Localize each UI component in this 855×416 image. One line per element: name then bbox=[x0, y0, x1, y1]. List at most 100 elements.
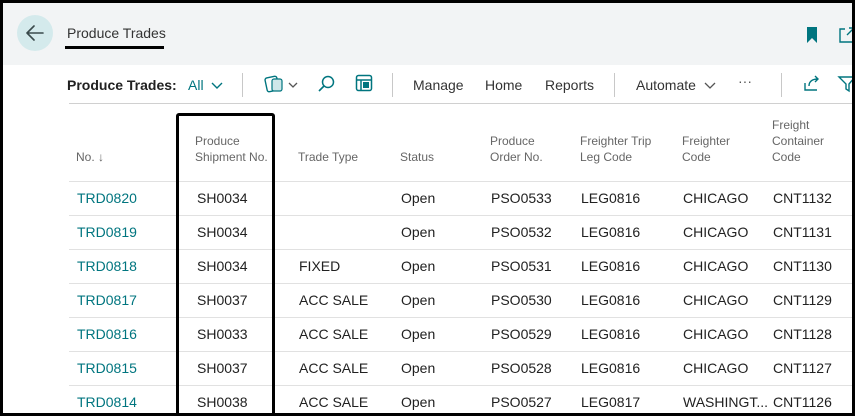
more-options-button[interactable]: ··· bbox=[738, 73, 752, 89]
sort-descending-icon: ↓ bbox=[98, 150, 105, 164]
table-row[interactable]: TRD0819 SH0034 Open PSO0532 LEG0816 CHIC… bbox=[69, 215, 852, 249]
page-caption: Produce Trades: bbox=[67, 77, 177, 93]
container-code-cell: CNT1126 bbox=[773, 394, 832, 410]
column-label-line: Shipment No. bbox=[195, 150, 268, 164]
column-label-line: Code bbox=[772, 150, 801, 164]
order-no-cell: PSO0531 bbox=[491, 258, 552, 274]
shipment-no-cell: SH0037 bbox=[197, 360, 248, 376]
filter-view-dropdown[interactable]: All bbox=[188, 77, 223, 93]
shipment-no-cell: SH0034 bbox=[197, 190, 248, 206]
automate-menu[interactable]: Automate bbox=[636, 77, 716, 93]
table-row[interactable]: TRD0818 SH0034 FIXED Open PSO0531 LEG081… bbox=[69, 249, 852, 283]
freighter-code-cell: CHICAGO bbox=[683, 224, 749, 240]
status-cell: Open bbox=[401, 190, 436, 206]
column-header-leg-code[interactable]: Freighter Trip Leg Code bbox=[580, 133, 651, 165]
analysis-mode-button[interactable] bbox=[355, 74, 373, 97]
order-no-cell: PSO0533 bbox=[491, 190, 552, 206]
table-row[interactable]: TRD0815 SH0037 ACC SALE Open PSO0528 LEG… bbox=[69, 351, 852, 385]
filter-icon bbox=[837, 76, 852, 93]
status-cell: Open bbox=[401, 258, 436, 274]
leg-code-cell: LEG0816 bbox=[581, 326, 641, 342]
share-icon bbox=[804, 75, 819, 91]
bookmark-button[interactable] bbox=[806, 27, 818, 48]
column-label-line: Freight bbox=[772, 118, 810, 132]
header-divider bbox=[69, 103, 852, 104]
trade-no-link[interactable]: TRD0817 bbox=[77, 292, 137, 308]
filter-button[interactable] bbox=[837, 74, 852, 99]
column-header-no[interactable]: No. ↓ bbox=[76, 149, 104, 165]
title-underline bbox=[65, 46, 164, 49]
freighter-code-cell: CHICAGO bbox=[683, 258, 749, 274]
search-button[interactable] bbox=[317, 74, 337, 99]
table-row[interactable]: TRD0816 SH0033 ACC SALE Open PSO0529 LEG… bbox=[69, 317, 852, 351]
table-row[interactable]: TRD0817 SH0037 ACC SALE Open PSO0530 LEG… bbox=[69, 283, 852, 317]
container-code-cell: CNT1128 bbox=[773, 326, 832, 342]
column-label-line: Code bbox=[682, 150, 711, 164]
trade-no-link[interactable]: TRD0815 bbox=[77, 360, 137, 376]
freighter-code-cell: WASHINGT... bbox=[683, 394, 769, 410]
trade-type-cell: ACC SALE bbox=[299, 394, 369, 410]
sparkle-icon bbox=[264, 75, 298, 93]
status-cell: Open bbox=[401, 224, 436, 240]
freighter-code-cell: CHICAGO bbox=[683, 292, 749, 308]
leg-code-cell: LEG0816 bbox=[581, 360, 641, 376]
column-label: No. bbox=[76, 150, 95, 164]
table-row[interactable]: TRD0814 SH0038 ACC SALE Open PSO0527 LEG… bbox=[69, 385, 852, 413]
chevron-down-icon bbox=[211, 82, 223, 89]
column-header-shipment-no[interactable]: Produce Shipment No. bbox=[195, 133, 268, 165]
trade-no-link[interactable]: TRD0819 bbox=[77, 224, 137, 240]
status-cell: Open bbox=[401, 360, 436, 376]
bookmark-icon bbox=[807, 27, 817, 43]
container-code-cell: CNT1131 bbox=[773, 224, 832, 240]
column-header-trade-type[interactable]: Trade Type bbox=[298, 149, 358, 165]
separator bbox=[781, 73, 782, 97]
share-button[interactable] bbox=[802, 74, 822, 99]
back-button[interactable] bbox=[17, 15, 53, 51]
container-code-cell: CNT1127 bbox=[773, 360, 832, 376]
freighter-code-cell: CHICAGO bbox=[683, 190, 749, 206]
column-label-line: Produce bbox=[195, 134, 240, 148]
order-no-cell: PSO0529 bbox=[491, 326, 552, 342]
table-header: No. ↓ Produce Shipment No. Trade Type St… bbox=[3, 105, 852, 181]
column-header-status[interactable]: Status bbox=[400, 149, 434, 165]
status-cell: Open bbox=[401, 326, 436, 342]
freighter-code-cell: CHICAGO bbox=[683, 326, 749, 342]
leg-code-cell: LEG0816 bbox=[581, 190, 641, 206]
column-label-line: Order No. bbox=[490, 150, 543, 164]
action-bar: Produce Trades: All Manage Home Reports … bbox=[3, 65, 852, 105]
trade-type-cell: FIXED bbox=[299, 258, 341, 274]
freighter-code-cell: CHICAGO bbox=[683, 360, 749, 376]
column-header-container-code[interactable]: Freight Container Code bbox=[772, 117, 824, 165]
trade-no-link[interactable]: TRD0814 bbox=[77, 394, 137, 410]
column-label-line: Produce bbox=[490, 134, 535, 148]
column-label-line: Leg Code bbox=[580, 150, 633, 164]
separator bbox=[392, 73, 393, 97]
container-code-cell: CNT1129 bbox=[773, 292, 832, 308]
leg-code-cell: LEG0816 bbox=[581, 292, 641, 308]
page-header: Produce Trades bbox=[3, 3, 852, 65]
column-header-freighter-code[interactable]: Freighter Code bbox=[682, 133, 730, 165]
container-code-cell: CNT1132 bbox=[773, 190, 832, 206]
column-header-order-no[interactable]: Produce Order No. bbox=[490, 133, 543, 165]
shipment-no-cell: SH0033 bbox=[197, 326, 248, 342]
shipment-no-cell: SH0034 bbox=[197, 258, 248, 274]
trade-no-link[interactable]: TRD0818 bbox=[77, 258, 137, 274]
leg-code-cell: LEG0816 bbox=[581, 224, 641, 240]
reports-menu[interactable]: Reports bbox=[545, 77, 594, 93]
order-no-cell: PSO0527 bbox=[491, 394, 552, 410]
table-row[interactable]: TRD0820 SH0034 Open PSO0533 LEG0816 CHIC… bbox=[69, 181, 852, 215]
filter-label: All bbox=[188, 77, 204, 93]
shipment-no-cell: SH0038 bbox=[197, 394, 248, 410]
column-label-line: Freighter bbox=[682, 134, 731, 148]
column-label-line: Freighter Trip bbox=[580, 134, 652, 148]
shipment-no-cell: SH0034 bbox=[197, 224, 248, 240]
page-title: Produce Trades bbox=[67, 25, 166, 41]
chevron-down-icon bbox=[704, 82, 716, 89]
home-menu[interactable]: Home bbox=[485, 77, 522, 93]
trade-no-link[interactable]: TRD0820 bbox=[77, 190, 137, 206]
open-in-new-window-button[interactable] bbox=[839, 27, 852, 48]
manage-menu[interactable]: Manage bbox=[413, 77, 464, 93]
leg-code-cell: LEG0816 bbox=[581, 258, 641, 274]
trade-no-link[interactable]: TRD0816 bbox=[77, 326, 137, 342]
copilot-menu-button[interactable] bbox=[263, 74, 301, 101]
